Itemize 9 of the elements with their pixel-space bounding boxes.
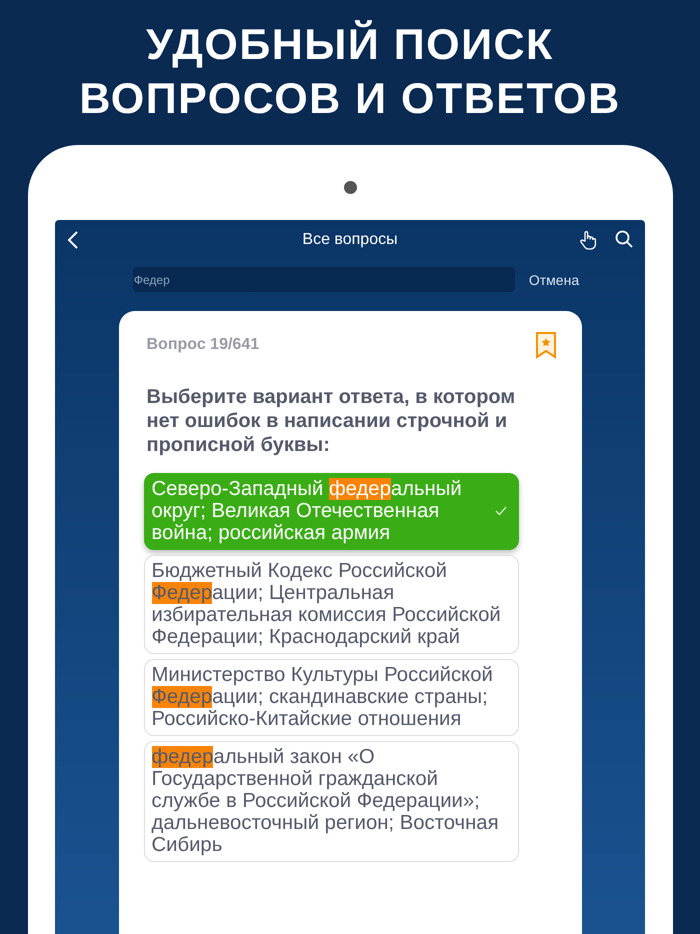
answer-option[interactable]: федеральный закон «О Государственной гражданской службе в Российской Федерации»; дальневосточный регион; Восточная Сибирь [144, 741, 518, 862]
question-counter: Вопрос 19/641 [146, 336, 260, 354]
search-field[interactable]: Федер [132, 267, 515, 292]
cancel-button[interactable]: Отмена [528, 272, 580, 288]
answer-option[interactable]: Бюджетный Кодекс Российской Федерации; Центральная избирательная комиссия Российской Федерации; Краснодарский край [144, 555, 518, 654]
screen-title: Все вопросы [302, 231, 398, 249]
question-text: Выберите вариант ответа, в котором нет ошибок в написании строчной и прописной буквы: [146, 385, 516, 457]
answer-option[interactable]: Министерство Культуры Российской Федерации; скандинавские страны; Российско-Китайские отношения [144, 659, 518, 736]
headline: УДОБНЫЙ ПОИСК ВОПРОСОВ И ОТВЕТОВ [79, 19, 621, 125]
